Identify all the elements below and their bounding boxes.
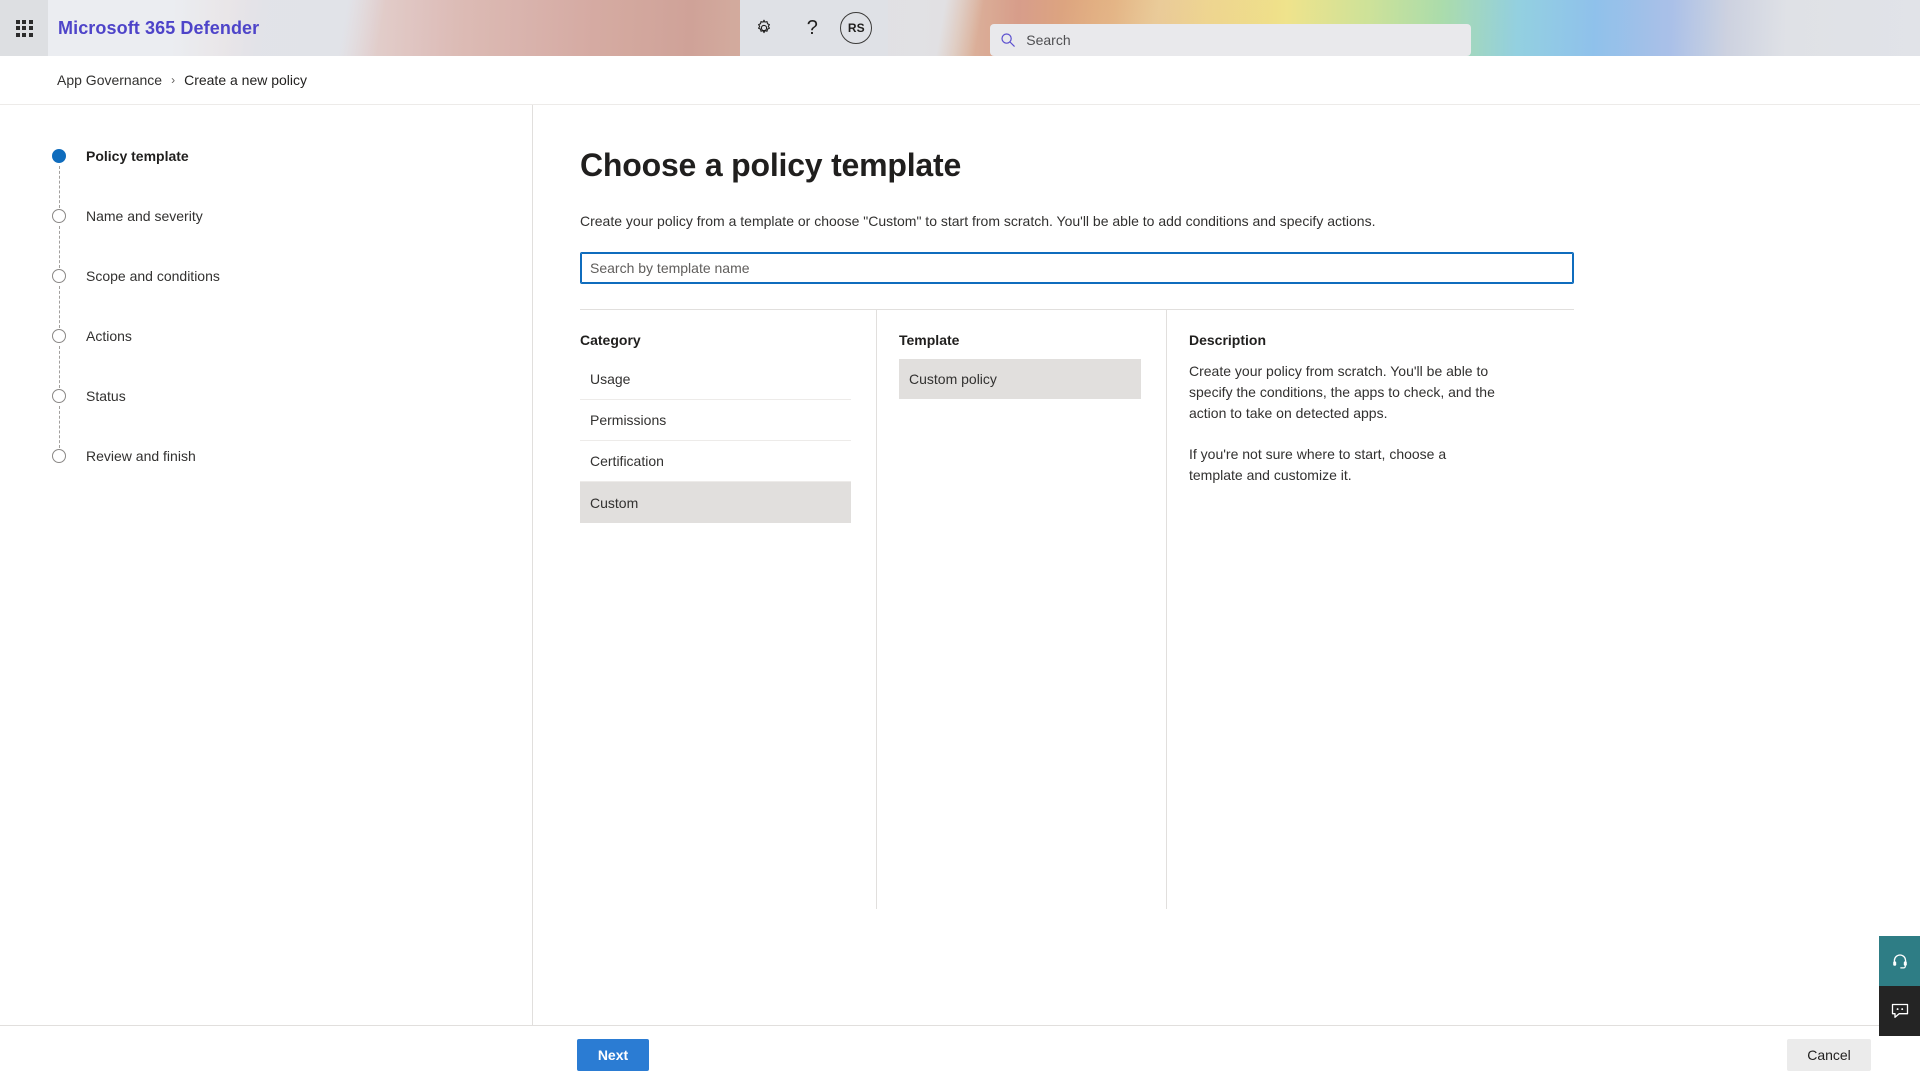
feedback-chat-icon [1891, 1003, 1908, 1018]
step-label: Policy template [86, 148, 189, 164]
template-search-box[interactable] [580, 252, 1574, 284]
step-indicator-icon [52, 389, 66, 403]
template-heading: Template [899, 332, 960, 348]
app-launcher-button[interactable] [0, 0, 48, 56]
step-indicator-icon [52, 209, 66, 223]
category-item-permissions[interactable]: Permissions [580, 400, 851, 441]
step-indicator-icon [52, 329, 66, 343]
wizard-step-policy-template[interactable]: Policy template [52, 148, 532, 208]
support-button[interactable] [1879, 936, 1920, 986]
global-search[interactable] [990, 24, 1472, 56]
step-label: Review and finish [86, 448, 196, 464]
step-label: Status [86, 388, 126, 404]
breadcrumb-separator-icon: › [171, 73, 176, 87]
step-connector-line [58, 346, 60, 388]
template-item-custom-policy[interactable]: Custom policy [899, 359, 1141, 399]
wizard-step-status[interactable]: Status [52, 388, 532, 448]
template-picker: Category Usage Permissions Certification… [580, 309, 1574, 909]
page-subtitle: Create your policy from a template or ch… [580, 213, 1376, 229]
category-column: Category Usage Permissions Certification… [580, 310, 876, 909]
suite-header: Microsoft 365 Defender ? RS [0, 0, 1920, 56]
category-list: Usage Permissions Certification Custom [580, 359, 851, 523]
gear-icon [758, 19, 771, 34]
category-item-certification[interactable]: Certification [580, 441, 851, 482]
template-column: Template Custom policy [876, 310, 1166, 909]
wizard-content: Choose a policy template Create your pol… [533, 105, 1920, 1025]
global-search-input[interactable] [1026, 32, 1462, 48]
step-label: Name and severity [86, 208, 203, 224]
wizard-step-review-and-finish[interactable]: Review and finish [52, 448, 532, 508]
step-connector-line [58, 166, 60, 208]
wizard-footer: Next Cancel [0, 1025, 1920, 1084]
page-body: Policy template Name and severity Scope … [0, 105, 1920, 1025]
breadcrumb-item-app-governance[interactable]: App Governance [57, 72, 162, 88]
cancel-button[interactable]: Cancel [1787, 1039, 1871, 1071]
wizard-step-actions[interactable]: Actions [52, 328, 532, 388]
category-item-custom[interactable]: Custom [580, 482, 851, 523]
wizard-step-nav: Policy template Name and severity Scope … [0, 105, 533, 1025]
template-list: Custom policy [899, 359, 1141, 399]
step-indicator-icon [52, 269, 66, 283]
description-paragraph: Create your policy from scratch. You'll … [1189, 363, 1495, 421]
headset-icon [1892, 954, 1907, 969]
settings-button[interactable] [740, 0, 788, 56]
step-label: Scope and conditions [86, 268, 220, 284]
description-column: Description Create your policy from scra… [1166, 310, 1574, 909]
suite-header-background-overlay [0, 0, 1920, 56]
waffle-icon [15, 19, 33, 37]
next-button[interactable]: Next [577, 1039, 649, 1071]
step-indicator-icon [52, 149, 66, 163]
feedback-button[interactable] [1879, 986, 1920, 1036]
step-connector-line [58, 226, 60, 268]
help-button[interactable]: ? [788, 0, 836, 56]
suite-header-actions: ? RS [740, 0, 889, 56]
category-item-usage[interactable]: Usage [580, 359, 851, 400]
step-connector-line [58, 406, 60, 448]
step-label: Actions [86, 328, 132, 344]
page-title: Choose a policy template [580, 147, 962, 183]
category-heading: Category [580, 332, 641, 348]
breadcrumb-item-create-a-new-policy[interactable]: Create a new policy [184, 72, 307, 88]
description-paragraph: If you're not sure where to start, choos… [1189, 446, 1447, 483]
step-indicator-icon [52, 449, 66, 463]
step-connector-line [58, 286, 60, 328]
breadcrumb: App Governance › Create a new policy [0, 56, 1920, 105]
avatar[interactable]: RS [840, 12, 873, 44]
global-search-box[interactable] [990, 24, 1472, 56]
floating-side-widgets [1879, 936, 1920, 1036]
search-icon [1001, 33, 1016, 47]
template-search-input[interactable] [590, 260, 1564, 276]
wizard-step-scope-and-conditions[interactable]: Scope and conditions [52, 268, 532, 328]
description-heading: Description [1189, 332, 1267, 348]
wizard-step-name-and-severity[interactable]: Name and severity [52, 208, 532, 268]
brand-title[interactable]: Microsoft 365 Defender [58, 18, 259, 39]
help-icon: ? [806, 17, 818, 39]
